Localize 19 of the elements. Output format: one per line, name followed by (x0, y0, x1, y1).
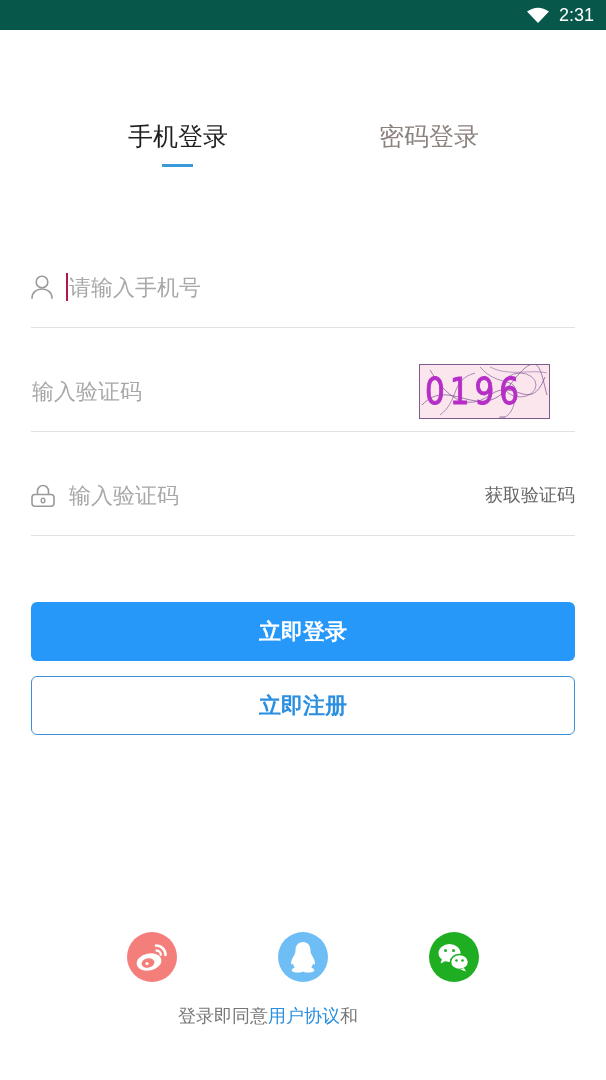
get-code-button[interactable]: 获取验证码 (485, 483, 575, 507)
chat-bubbles-icon[interactable] (429, 932, 479, 982)
sms-code-input[interactable]: 输入验证码 (68, 478, 485, 512)
user-icon (31, 275, 53, 299)
lock-icon (31, 483, 55, 507)
phone-number-input[interactable]: 请输入手机号 (68, 270, 575, 304)
captcha-input[interactable]: 输入验证码 (31, 374, 419, 408)
tab[interactable]: 密码登录 (368, 119, 489, 167)
register-button[interactable]: 立即注册 (31, 676, 575, 735)
user-agreement-link[interactable]: 用户协议 (268, 1005, 340, 1026)
captcha-text: 0196 (423, 369, 524, 413)
eye-waves-icon[interactable] (127, 932, 177, 982)
captcha-image[interactable]: 0196 (419, 363, 550, 419)
wifi-icon (526, 7, 549, 23)
login-button[interactable]: 立即登录 (31, 602, 575, 661)
penguin-icon[interactable] (278, 932, 328, 982)
agreement-text: 登录即同意用户协议和 (178, 1004, 358, 1028)
tab[interactable]: 手机登录 (117, 119, 238, 167)
clock-time: 2:31 (558, 4, 594, 26)
